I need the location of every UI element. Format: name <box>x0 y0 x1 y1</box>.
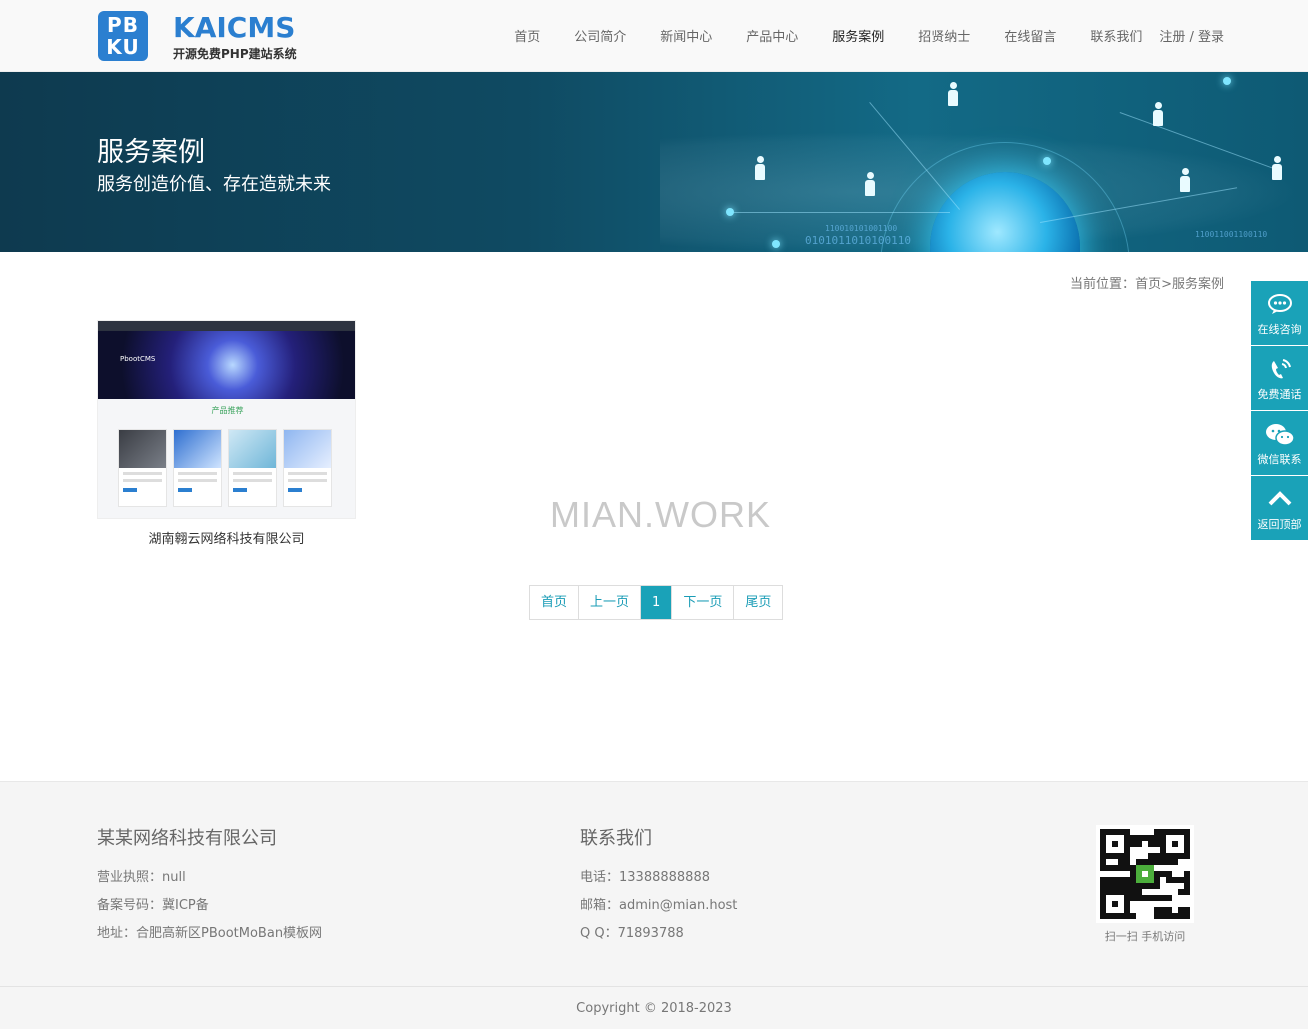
network-node <box>772 240 780 248</box>
thumbnail-tile <box>228 429 277 507</box>
thumbnail-hero: PbootCMS <box>98 331 355 399</box>
sidebar-free-call[interactable]: 免费通话 <box>1251 346 1308 410</box>
logo-badge-bottom: KU <box>106 35 140 59</box>
nav-item-home[interactable]: 首页 <box>514 26 540 45</box>
logo-badge: PB KU <box>98 11 148 61</box>
banner-title: 服务案例 <box>97 137 205 168</box>
footer-email: 邮箱：admin@mian.host <box>580 898 738 913</box>
nav-item-news[interactable]: 新闻中心 <box>660 26 712 45</box>
sidebar-wechat[interactable]: 微信联系 <box>1251 411 1308 475</box>
footer-contact-info: 联系我们 电话：13388888888 邮箱：admin@mian.host Q… <box>580 824 737 948</box>
login-register-link[interactable]: 注册 / 登录 <box>1159 26 1224 45</box>
pagination-last[interactable]: 尾页 <box>734 586 782 619</box>
pagination-prev[interactable]: 上一页 <box>579 586 642 619</box>
page-banner: 0101011010100110 110010101001100 1100110… <box>0 72 1308 252</box>
footer-qq: Q Q：71893788 <box>580 926 684 941</box>
thumbnail-topbar <box>98 321 355 331</box>
person-icon <box>1180 168 1190 192</box>
network-node <box>1043 157 1051 165</box>
logo-subtitle: 开源免费PHP建站系统 <box>173 47 297 61</box>
network-node <box>726 208 734 216</box>
sidebar-label: 返回顶部 <box>1257 518 1302 531</box>
phone-icon <box>1251 358 1308 382</box>
breadcrumb-home-link[interactable]: 首页 <box>1135 277 1161 292</box>
person-icon <box>1153 102 1163 126</box>
site-footer: 某某网络科技有限公司 营业执照：null 备案号码：冀ICP备 地址：合肥高新区… <box>0 781 1308 1029</box>
pagination-first[interactable]: 首页 <box>530 586 580 619</box>
thumbnail-tile <box>118 429 167 507</box>
footer-phone: 电话：13388888888 <box>580 870 710 885</box>
chat-icon <box>1251 293 1308 317</box>
nav-item-about[interactable]: 公司简介 <box>574 26 626 45</box>
site-logo[interactable]: PB KU KAICMS 开源免费PHP建站系统 <box>98 11 298 63</box>
footer-divider <box>0 986 1308 987</box>
nav-item-jobs[interactable]: 招贤纳士 <box>918 26 970 45</box>
person-icon <box>755 156 765 180</box>
main-nav: 首页 公司简介 新闻中心 产品中心 服务案例 招贤纳士 在线留言 联系我们 注册… <box>480 26 1224 45</box>
case-thumbnail: PbootCMS 产品推荐 <box>97 320 356 519</box>
thumbnail-tile <box>283 429 332 507</box>
copyright: Copyright © 2018-2023 <box>576 1001 732 1016</box>
sidebar-online-consult[interactable]: 在线咨询 <box>1251 281 1308 345</box>
footer-company-name: 某某网络科技有限公司 <box>97 828 277 849</box>
pagination-next[interactable]: 下一页 <box>672 586 735 619</box>
case-title: 湖南翱云网络科技有限公司 <box>148 532 305 547</box>
sidebar-label: 在线咨询 <box>1257 323 1302 336</box>
breadcrumb-prefix: 当前位置： <box>1070 277 1136 292</box>
binary-text: 110010101001100 <box>825 224 898 233</box>
logo-badge-top: PB <box>107 13 139 37</box>
binary-text: 110011001100110 <box>1195 230 1268 239</box>
wechat-icon <box>1251 423 1308 447</box>
qr-caption: 扫一扫 手机访问 <box>1104 930 1186 943</box>
pagination-current-page[interactable]: 1 <box>641 586 673 619</box>
footer-company-info: 某某网络科技有限公司 营业执照：null 备案号码：冀ICP备 地址：合肥高新区… <box>97 824 322 948</box>
breadcrumb-current-link[interactable]: 服务案例 <box>1172 277 1224 292</box>
person-icon <box>865 172 875 196</box>
binary-text: 0101011010100110 <box>805 234 911 247</box>
nav-item-message[interactable]: 在线留言 <box>1004 26 1056 45</box>
footer-license: 营业执照：null <box>97 870 186 885</box>
nav-item-contact[interactable]: 联系我们 <box>1090 26 1142 45</box>
sidebar-label: 免费通话 <box>1257 388 1302 401</box>
network-node <box>1223 77 1231 85</box>
sidebar-back-to-top[interactable]: 返回顶部 <box>1251 476 1308 540</box>
thumbnail-section-title: 产品推荐 <box>211 406 244 415</box>
thumbnail-tiles <box>118 429 338 507</box>
qr-code <box>1096 825 1194 923</box>
footer-contact-heading: 联系我们 <box>580 828 652 849</box>
thumbnail-brand: PbootCMS <box>120 355 156 363</box>
site-header: PB KU KAICMS 开源免费PHP建站系统 首页 公司简介 新闻中心 产品… <box>0 0 1308 72</box>
thumbnail-tile <box>173 429 222 507</box>
person-icon <box>948 82 958 106</box>
floating-sidebar: 在线咨询 免费通话 微信联系 返回顶部 <box>1251 281 1308 541</box>
qr-cell <box>1184 913 1190 919</box>
logo-title: KAICMS <box>173 11 296 44</box>
footer-address: 地址：合肥高新区PBootMoBan模板网 <box>97 926 323 941</box>
pagination: 首页 上一页 1 下一页 尾页 <box>529 585 784 620</box>
nav-item-cases[interactable]: 服务案例 <box>832 26 884 45</box>
nav-item-products[interactable]: 产品中心 <box>746 26 798 45</box>
sidebar-label: 微信联系 <box>1257 453 1302 466</box>
banner-subtitle: 服务创造价值、存在造就未来 <box>97 174 331 195</box>
watermark-text: MIAN.WORK <box>550 494 771 535</box>
case-card[interactable]: PbootCMS 产品推荐 湖南翱云网络科技有限公司 <box>97 320 356 552</box>
qr-code-pattern <box>1100 829 1190 919</box>
footer-icp[interactable]: 备案号码：冀ICP备 <box>97 892 322 920</box>
network-line <box>730 212 950 213</box>
person-icon <box>1272 156 1282 180</box>
breadcrumb: 当前位置：首页>服务案例 <box>1070 273 1224 292</box>
arrow-up-icon <box>1251 488 1308 512</box>
breadcrumb-separator: > <box>1161 277 1172 292</box>
